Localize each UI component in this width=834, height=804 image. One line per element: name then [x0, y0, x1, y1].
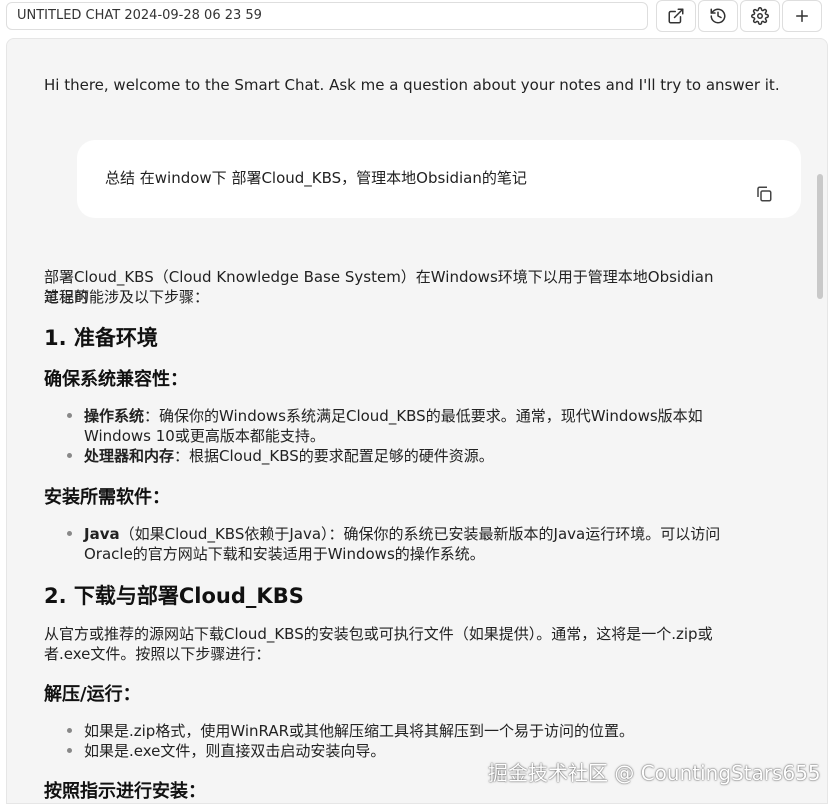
response-intro-line: 过程可能涉及以下步骤：	[44, 288, 210, 306]
gear-icon	[751, 7, 769, 25]
list-item: Java（如果Cloud_KBS依赖于Java）：确保你的系统已安装最新版本的J…	[84, 525, 721, 563]
copy-icon	[757, 186, 772, 202]
list-bullet	[67, 531, 72, 536]
settings-button[interactable]	[740, 0, 780, 32]
list-bullet	[67, 453, 72, 458]
heading-download-deploy: 2. 下载与部署Cloud_KBS	[44, 584, 304, 608]
user-message-text: 总结 在window下 部署Cloud_KBS，管理本地Obsidian的笔记	[105, 169, 527, 187]
list-bullet	[67, 748, 72, 753]
copy-message-button[interactable]	[755, 185, 773, 203]
history-button[interactable]	[698, 0, 738, 32]
list-item: 处理器和内存：根据Cloud_KBS的要求配置足够的硬件资源。	[84, 447, 494, 465]
user-message-bubble: 总结 在window下 部署Cloud_KBS，管理本地Obsidian的笔记	[77, 140, 801, 218]
list-bullet	[67, 413, 72, 418]
list-item: 操作系统：确保你的Windows系统满足Cloud_KBS的最低要求。通常，现代…	[84, 407, 703, 445]
chat-messages-panel[interactable]: Hi there, welcome to the Smart Chat. Ask…	[6, 38, 828, 804]
watermark-text: 掘金技术社区 @ CountingStars655	[488, 761, 821, 785]
list-bullet	[67, 728, 72, 733]
new-chat-button[interactable]	[782, 0, 822, 32]
scrollbar-thumb[interactable]	[817, 174, 823, 299]
history-icon	[710, 8, 726, 24]
plus-icon	[796, 10, 808, 22]
list-item: 如果是.zip格式，使用WinRAR或其他解压缩工具将其解压到一个易于访问的位置…	[84, 722, 635, 740]
open-external-button[interactable]	[656, 0, 696, 32]
response-paragraph-line: 者.exe文件。按照以下步骤进行：	[44, 645, 271, 663]
external-link-icon	[668, 8, 684, 24]
chat-header: UNTITLED CHAT 2024-09-28 06 23 59	[0, 0, 834, 34]
heading-unzip-run: 解压/运行：	[44, 684, 141, 705]
chat-title-field[interactable]: UNTITLED CHAT 2024-09-28 06 23 59	[6, 2, 648, 30]
heading-system-compatibility: 确保系统兼容性：	[44, 369, 188, 390]
assistant-welcome-message: Hi there, welcome to the Smart Chat. Ask…	[44, 76, 780, 94]
heading-install-software: 安装所需软件：	[44, 487, 170, 508]
heading-prepare-environment: 1. 准备环境	[44, 326, 158, 350]
response-paragraph-line: 从官方或推荐的源网站下载Cloud_KBS的安装包或可执行文件（如果提供）。通常…	[44, 625, 713, 643]
